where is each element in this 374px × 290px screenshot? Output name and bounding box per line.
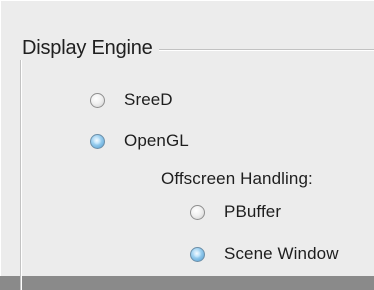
radio-button-unchecked[interactable] [190, 204, 205, 220]
radio-option-pbuffer[interactable]: PBuffer [190, 202, 281, 222]
settings-panel: Display Engine SreeD OpenGL Offscreen Ha… [0, 0, 374, 290]
radio-button-unchecked[interactable] [90, 92, 105, 108]
radio-label-sreed: SreeD [124, 90, 173, 109]
radio-option-opengl[interactable]: OpenGL [90, 131, 189, 151]
radio-label-pbuffer: PBuffer [224, 202, 282, 221]
offscreen-handling-label: Offscreen Handling: [161, 169, 313, 188]
radio-button-checked[interactable] [190, 246, 205, 262]
radio-option-scene-window[interactable]: Scene Window [190, 244, 339, 264]
radio-option-sreed[interactable]: SreeD [90, 90, 173, 110]
radio-label-scene-window: Scene Window [224, 244, 339, 263]
radio-button-checked[interactable] [90, 133, 105, 149]
radio-label-opengl: OpenGL [124, 131, 189, 150]
group-title: Display Engine [19, 36, 159, 60]
